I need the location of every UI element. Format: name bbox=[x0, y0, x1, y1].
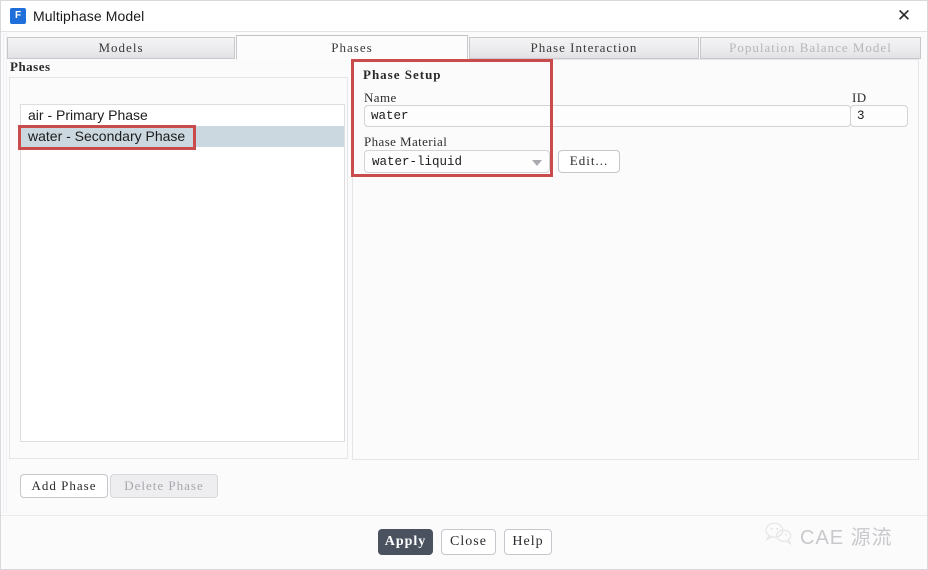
phases-panel: Phases air - Primary Phase water - Secon… bbox=[9, 59, 349, 498]
phase-material-value: water-liquid bbox=[372, 155, 463, 169]
tab-strip: Models Phases Phase Interaction Populati… bbox=[7, 35, 921, 60]
phase-material-dropdown[interactable]: water-liquid bbox=[364, 150, 550, 173]
phase-setup-title: Phase Setup bbox=[363, 67, 442, 82]
tab-phase-interaction[interactable]: Phase Interaction bbox=[469, 37, 699, 59]
tab-content-phases: Phases air - Primary Phase water - Secon… bbox=[7, 59, 921, 507]
tab-population-balance-model: Population Balance Model bbox=[700, 37, 921, 59]
phases-panel-title: Phases bbox=[10, 59, 51, 74]
id-input[interactable] bbox=[850, 105, 908, 127]
help-button[interactable]: Help bbox=[504, 529, 552, 555]
fluent-f-icon: F bbox=[10, 8, 26, 24]
name-input[interactable] bbox=[364, 105, 851, 127]
tab-phases[interactable]: Phases bbox=[236, 35, 468, 60]
window-edge-line bbox=[3, 33, 4, 513]
multiphase-model-dialog: F Multiphase Model ✕ Models Phases Phase… bbox=[0, 0, 928, 570]
id-label: ID bbox=[852, 90, 867, 105]
phase-material-label: Phase Material bbox=[364, 134, 448, 149]
window-title: Multiphase Model bbox=[33, 8, 145, 24]
phase-list[interactable]: air - Primary Phase water - Secondary Ph… bbox=[20, 104, 345, 442]
close-button[interactable]: Close bbox=[441, 529, 496, 555]
chevron-down-icon bbox=[532, 160, 542, 166]
edit-material-button[interactable]: Edit... bbox=[558, 150, 620, 173]
title-bar: F Multiphase Model ✕ bbox=[1, 1, 927, 32]
list-item[interactable]: air - Primary Phase bbox=[21, 105, 344, 126]
dialog-footer: Apply Close Help bbox=[1, 516, 927, 569]
phase-setup-panel: Phase Setup Name ID Phase Material water… bbox=[352, 59, 919, 460]
delete-phase-button: Delete Phase bbox=[110, 474, 218, 498]
apply-button[interactable]: Apply bbox=[378, 529, 433, 555]
list-item[interactable]: water - Secondary Phase bbox=[21, 126, 344, 147]
close-icon[interactable]: ✕ bbox=[887, 4, 921, 29]
name-label: Name bbox=[364, 90, 397, 105]
add-phase-button[interactable]: Add Phase bbox=[20, 474, 108, 498]
tab-models[interactable]: Models bbox=[7, 37, 235, 59]
